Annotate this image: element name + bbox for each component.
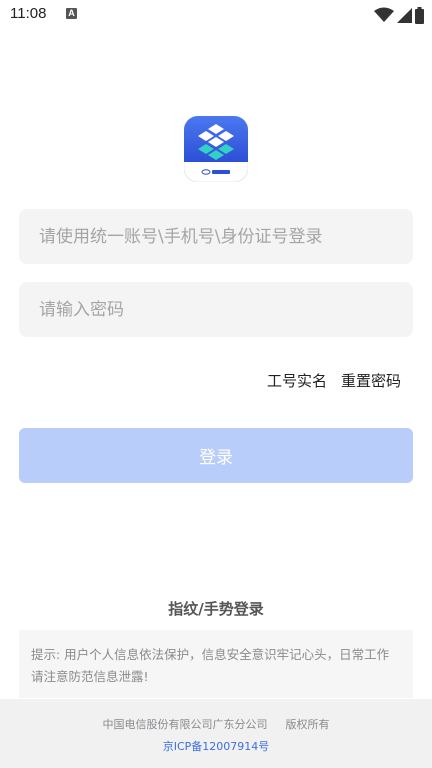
status-icons (374, 6, 424, 24)
gesture-login-link[interactable]: 指纹/手势登录 (0, 598, 432, 619)
footer: 中国电信股份有限公司广东分公司 版权所有 京ICP备12007914号 (0, 699, 432, 768)
account-field[interactable] (19, 209, 413, 264)
company-name: 中国电信股份有限公司广东分公司 (102, 718, 268, 731)
status-bar: 11:08 A (0, 0, 432, 30)
wifi-icon (374, 7, 394, 22)
copyright-line: 中国电信股份有限公司广东分公司 版权所有 (0, 716, 432, 732)
battery-icon (415, 6, 424, 24)
a-letter-icon: A (66, 8, 77, 19)
icp-link[interactable]: 京ICP备12007914号 (0, 738, 432, 754)
account-links: 工号实名 重置密码 (267, 370, 401, 391)
rights-text: 版权所有 (285, 718, 330, 731)
login-button[interactable]: 登录 (19, 428, 413, 483)
account-input[interactable] (37, 225, 395, 248)
reset-password-link[interactable]: 重置密码 (341, 370, 401, 391)
password-field[interactable] (19, 282, 413, 337)
app-logo-icon (183, 115, 249, 183)
password-input[interactable] (37, 298, 395, 321)
signal-icon (397, 7, 412, 23)
security-tip: 提示: 用户个人信息依法保护，信息安全意识牢记心头，日常工作请注意防范信息泄露! (19, 630, 413, 698)
realname-link[interactable]: 工号实名 (267, 370, 327, 391)
status-time: 11:08 (10, 5, 47, 22)
